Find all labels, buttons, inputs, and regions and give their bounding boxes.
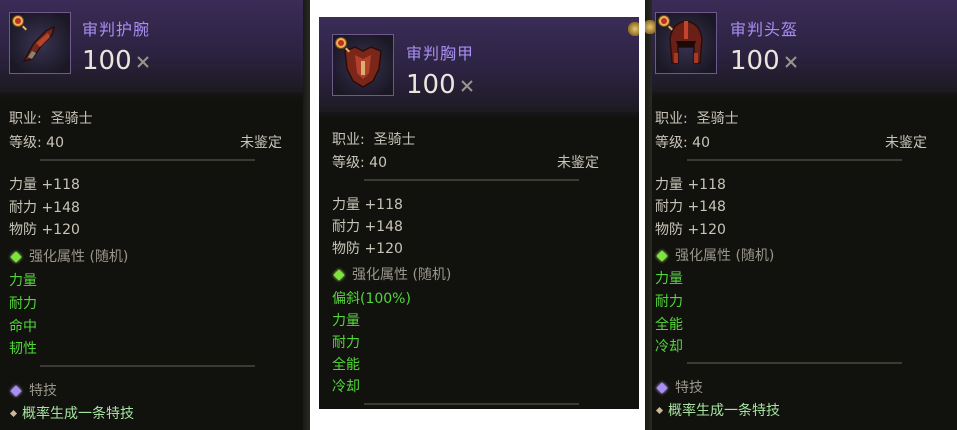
stat-stamina: 耐力 +148 — [9, 200, 80, 216]
item-power-value: 100 — [82, 46, 132, 76]
enhance-header: 强化属性 (随机) — [9, 246, 128, 266]
enhance-item: 力量 — [332, 313, 360, 329]
skill-title: 特技 — [675, 380, 703, 396]
level-label: 等级: — [332, 155, 365, 171]
enhance-title: 强化属性 (随机) — [675, 248, 775, 264]
level-row: 等级: 40 — [655, 132, 710, 152]
stat-strength: 力量 +118 — [655, 177, 726, 193]
purple-gem-icon — [10, 384, 22, 397]
level-row: 等级: 40 — [332, 152, 387, 172]
identify-status: 未鉴定 — [557, 155, 599, 171]
level-row: 等级: 40 — [9, 132, 64, 152]
item-power: 100 — [406, 70, 474, 100]
class-row: 职业: 圣骑士 — [332, 129, 416, 149]
item-icon-slot[interactable] — [9, 12, 71, 74]
stat-stamina: 耐力 +148 — [332, 219, 403, 235]
level-label: 等级: — [655, 135, 688, 151]
class-label: 职业: — [9, 111, 42, 127]
class-row: 职业: 圣骑士 — [655, 108, 739, 128]
skill-text: 概率生成一条特技 — [22, 406, 134, 422]
identify-status: 未鉴定 — [240, 135, 282, 151]
class-value: 圣骑士 — [373, 132, 416, 148]
crossed-swords-icon — [136, 55, 149, 68]
stat-defense: 物防 +120 — [332, 241, 403, 257]
stat-strength: 力量 +118 — [9, 177, 80, 193]
item-name: 审判头盔 — [730, 20, 799, 39]
item-power: 100 — [730, 46, 798, 76]
class-label: 职业: — [332, 132, 365, 148]
bullet-icon — [655, 406, 664, 414]
item-icon-slot[interactable] — [332, 34, 394, 96]
enhance-item: 冷却 — [655, 339, 683, 355]
panel-edge — [645, 0, 652, 430]
item-icon-slot[interactable] — [655, 12, 717, 74]
inspect-icon — [12, 15, 24, 27]
class-value: 圣骑士 — [696, 111, 739, 127]
enhance-item: 耐力 — [9, 296, 37, 312]
skill-header: 特技 — [655, 377, 703, 397]
stat-defense: 物防 +120 — [655, 222, 726, 238]
item-tooltip-chestplate: 审判胸甲 100 职业: 圣骑士 等级: 40 未鉴定 力量 +118 耐力 +… — [319, 17, 639, 409]
enhance-item: 偏斜(100%) — [332, 291, 411, 307]
item-name: 审判护腕 — [82, 20, 151, 39]
inspect-icon — [658, 15, 670, 27]
level-value: 40 — [46, 135, 64, 151]
purple-gem-icon — [656, 381, 668, 394]
class-value: 圣骑士 — [50, 111, 93, 127]
skill-title: 特技 — [29, 383, 57, 399]
level-value: 40 — [369, 155, 387, 171]
stat-strength: 力量 +118 — [332, 197, 403, 213]
skill-text-row: 概率生成一条特技 — [655, 400, 780, 420]
class-row: 职业: 圣骑士 — [9, 108, 93, 128]
enhance-header: 强化属性 (随机) — [332, 264, 451, 284]
level-label: 等级: — [9, 135, 42, 151]
divider — [687, 362, 902, 364]
enhance-item: 耐力 — [655, 294, 683, 310]
green-gem-icon — [10, 250, 22, 263]
divider — [687, 159, 902, 161]
item-power-value: 100 — [730, 46, 780, 76]
item-tooltip-helmet: 审判头盔 100 职业: 圣骑士 等级: 40 未鉴定 力量 +118 耐力 +… — [645, 0, 957, 430]
corner-ornament — [628, 22, 639, 36]
item-tooltip-bracer: 审判护腕 100 职业: 圣骑士 等级: 40 未鉴定 力量 +118 耐力 +… — [0, 0, 310, 430]
skill-text-row: 概率生成一条特技 — [9, 403, 134, 423]
enhance-item: 全能 — [655, 317, 683, 333]
enhance-title: 强化属性 (随机) — [29, 249, 129, 265]
enhance-item: 力量 — [655, 271, 683, 287]
crossed-swords-icon — [460, 79, 473, 92]
divider — [40, 159, 255, 161]
identify-status: 未鉴定 — [885, 135, 927, 151]
skill-header: 特技 — [9, 380, 57, 400]
item-power: 100 — [82, 46, 150, 76]
green-gem-icon — [656, 249, 668, 262]
enhance-header: 强化属性 (随机) — [655, 245, 774, 265]
skill-text: 概率生成一条特技 — [668, 403, 780, 419]
bullet-icon — [9, 409, 18, 417]
enhance-item: 耐力 — [332, 335, 360, 351]
enhance-item: 力量 — [9, 273, 37, 289]
item-name: 审判胸甲 — [406, 44, 475, 63]
divider — [364, 403, 579, 405]
crossed-swords-icon — [784, 55, 797, 68]
inspect-icon — [335, 37, 347, 49]
level-value: 40 — [692, 135, 710, 151]
enhance-title: 强化属性 (随机) — [352, 267, 452, 283]
enhance-item: 命中 — [9, 319, 37, 335]
green-gem-icon — [333, 268, 345, 281]
item-power-value: 100 — [406, 70, 456, 100]
panel-edge — [303, 0, 310, 430]
class-label: 职业: — [655, 111, 688, 127]
divider — [364, 179, 579, 181]
stat-defense: 物防 +120 — [9, 222, 80, 238]
divider — [40, 365, 255, 367]
enhance-item: 韧性 — [9, 341, 37, 357]
enhance-item: 冷却 — [332, 379, 360, 395]
enhance-item: 全能 — [332, 357, 360, 373]
stat-stamina: 耐力 +148 — [655, 199, 726, 215]
